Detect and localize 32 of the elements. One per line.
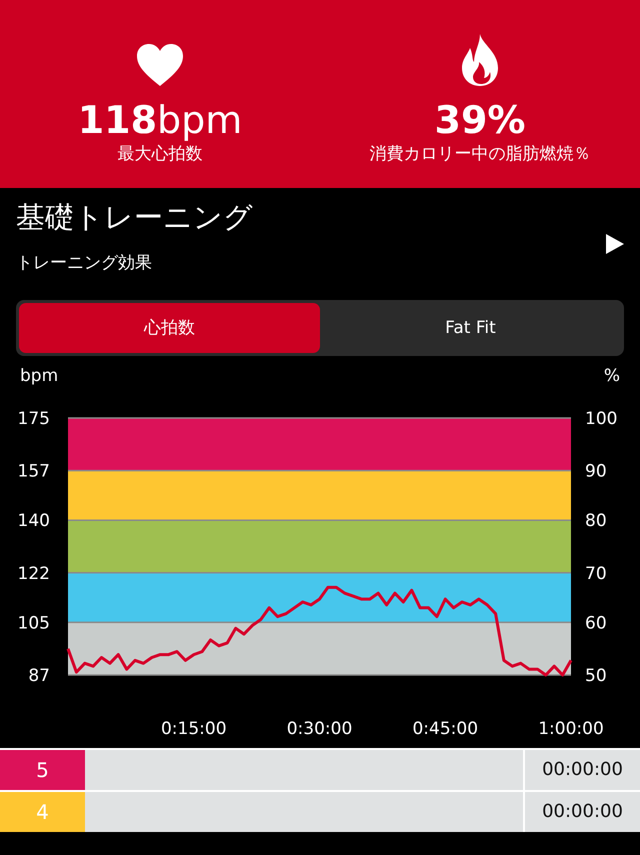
axis-label: 105 — [18, 613, 50, 634]
axis-label: 0:15:00 — [160, 718, 227, 739]
axis-label: 0:45:00 — [412, 718, 478, 739]
axis-title: bpm — [20, 365, 58, 388]
summary-value: 118bpm — [78, 100, 242, 142]
axis-label: 122 — [18, 564, 50, 584]
summary-label: 消費カロリー中の脂肪燃焼％ — [370, 142, 590, 166]
axis-label: 100 — [585, 408, 618, 429]
tab[interactable]: Fat Fit — [320, 303, 621, 354]
axis-label: 140 — [18, 511, 50, 532]
axis-label: 175 — [18, 408, 50, 429]
zone-number: 4 — [0, 792, 85, 832]
zone-number: 5 — [0, 750, 85, 790]
axis-label: 60 — [585, 613, 607, 634]
axis-label: 80 — [585, 511, 607, 532]
workout-subtitle: トレーニング効果 — [16, 252, 153, 275]
axis-label: 157 — [18, 461, 50, 482]
tab[interactable]: 心拍数 — [19, 303, 320, 354]
summary-value: 39% — [434, 100, 526, 142]
play-icon[interactable] — [606, 234, 624, 254]
axis-label: 87 — [28, 666, 50, 686]
axis-label: 90 — [585, 461, 607, 482]
axis-label: 50 — [585, 666, 607, 686]
axis-label: 1:00:00 — [538, 718, 604, 739]
workout-title: 基礎トレーニング — [16, 200, 253, 235]
flame-icon — [462, 34, 498, 86]
heart-icon — [137, 44, 183, 86]
axis-label: 70 — [585, 564, 607, 584]
zone-time: 00:00:00 — [523, 792, 640, 832]
axis-label: 0:30:00 — [286, 718, 352, 739]
axis-title: % — [604, 365, 620, 388]
summary-label: 最大心拍数 — [118, 142, 202, 166]
